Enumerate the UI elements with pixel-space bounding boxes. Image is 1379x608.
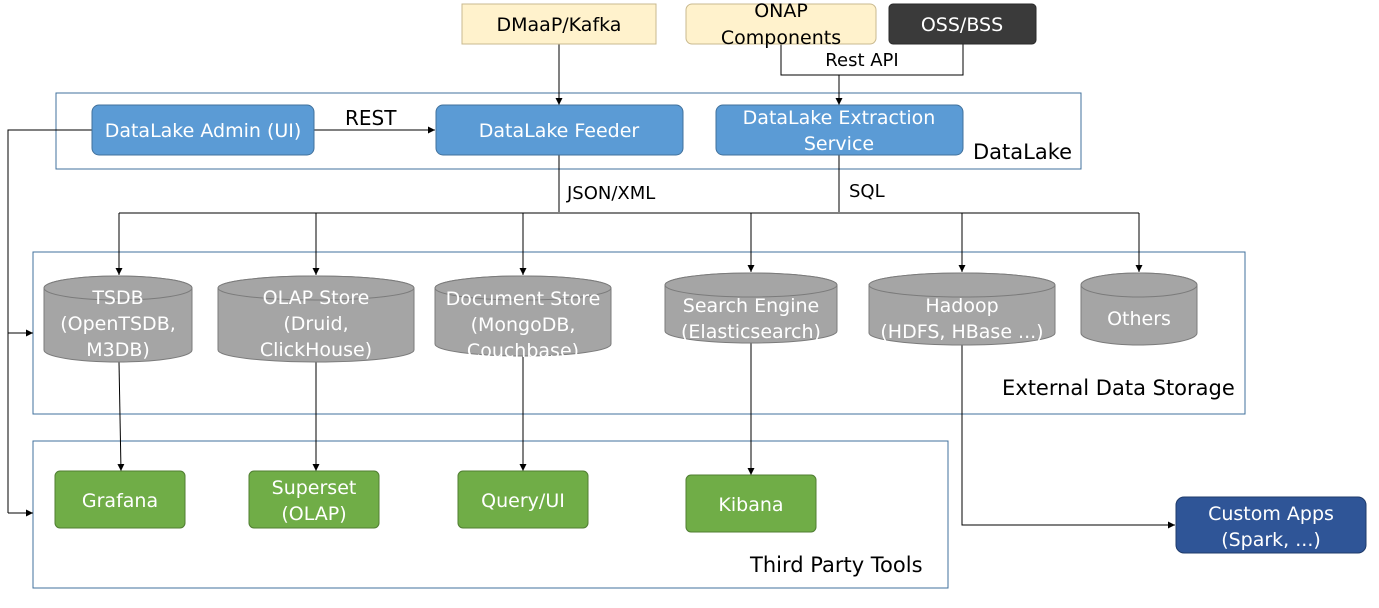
svg-text:DataLake Extraction: DataLake Extraction — [743, 107, 936, 129]
storage-cylinders: TSDB (OpenTSDB, M3DB) OLAP Store (Druid, Clic… — [43, 272, 1198, 363]
datalake-admin-node[interactable]: DataLake Admin (UI) — [91, 104, 315, 156]
custom-apps-node[interactable]: Custom Apps (Spark, ...) — [1175, 496, 1367, 554]
tsdb-store-label-2: (OpenTSDB, — [60, 313, 176, 335]
datalake-group-label: DataLake — [973, 140, 1072, 164]
olap-store-node[interactable]: OLAP Store (Druid, ClickHouse) — [217, 275, 415, 363]
svg-text:DataLake Admin (UI): DataLake Admin (UI) — [105, 120, 302, 142]
svg-text:Components: Components — [721, 27, 841, 49]
rest-api-edge-label: Rest API — [825, 50, 898, 71]
olap-store-label-1: OLAP Store — [263, 287, 370, 309]
oss-bss-node[interactable]: OSS/BSS — [888, 3, 1037, 45]
svg-text:(OLAP): (OLAP) — [281, 503, 346, 525]
others-store-node[interactable]: Others — [1080, 272, 1198, 346]
svg-text:Service: Service — [804, 133, 874, 155]
svg-text:ONAP: ONAP — [754, 0, 808, 22]
json-xml-edge-label: JSON/XML — [566, 183, 655, 204]
kibana-node[interactable]: Kibana — [685, 474, 817, 533]
cylinder-top — [868, 272, 1056, 298]
datalake-feeder-node[interactable]: DataLake Feeder — [435, 104, 684, 156]
cylinder-top — [1080, 272, 1198, 298]
svg-text:(Spark, ...): (Spark, ...) — [1221, 529, 1321, 551]
svg-text:Grafana: Grafana — [82, 490, 158, 512]
others-store-label-1: Others — [1107, 308, 1171, 330]
tsdb-store-label-3: M3DB) — [86, 339, 150, 361]
hadoop-store-node[interactable]: Hadoop (HDFS, HBase ...) — [868, 272, 1056, 346]
onap-components-node[interactable]: ONAP Components — [685, 0, 877, 49]
datalake-extraction-service-node[interactable]: DataLake Extraction Service — [715, 104, 964, 156]
svg-text:Query/UI: Query/UI — [481, 490, 565, 512]
document-store-node[interactable]: Document Store (MongoDB, Couchbase) — [434, 275, 612, 362]
rest-edge-label: REST — [345, 106, 397, 130]
dmaap-kafka-node[interactable]: DMaaP/Kafka — [461, 3, 657, 45]
tsdb-store-label-1: TSDB — [91, 287, 143, 309]
document-store-label-2: (MongoDB, — [471, 314, 576, 336]
architecture-diagram: DataLake External Data Storage Third Par… — [7, 0, 1367, 589]
search-engine-label-1: Search Engine — [683, 295, 819, 317]
superset-node[interactable]: Superset (OLAP) — [248, 470, 380, 529]
svg-text:DMaaP/Kafka: DMaaP/Kafka — [497, 14, 622, 36]
olap-store-label-3: ClickHouse) — [260, 339, 372, 361]
edge-hadoop-custom-apps — [961, 345, 1175, 529]
search-engine-label-2: (Elasticsearch) — [681, 321, 821, 343]
olap-store-label-2: (Druid, — [283, 313, 348, 335]
cylinder-top — [664, 272, 838, 298]
svg-text:Superset: Superset — [272, 477, 357, 499]
sql-edge-label: SQL — [849, 181, 885, 202]
search-engine-node[interactable]: Search Engine (Elasticsearch) — [664, 272, 838, 344]
query-ui-node[interactable]: Query/UI — [457, 470, 589, 529]
svg-text:OSS/BSS: OSS/BSS — [921, 14, 1003, 36]
external-storage-group-label: External Data Storage — [1002, 376, 1235, 400]
hadoop-store-label-1: Hadoop — [925, 295, 998, 317]
svg-text:Kibana: Kibana — [718, 494, 783, 516]
svg-text:DataLake Feeder: DataLake Feeder — [479, 120, 640, 142]
tsdb-store-node[interactable]: TSDB (OpenTSDB, M3DB) — [43, 275, 193, 363]
edge-tsdb-grafana — [117, 361, 125, 472]
grafana-node[interactable]: Grafana — [54, 470, 186, 529]
third-party-tools-group-label: Third Party Tools — [749, 553, 923, 577]
hadoop-store-label-2: (HDFS, HBase ...) — [880, 321, 1043, 343]
svg-text:Custom Apps: Custom Apps — [1208, 503, 1334, 525]
document-store-label-1: Document Store — [446, 288, 601, 310]
document-store-label-3: Couchbase) — [467, 340, 579, 362]
